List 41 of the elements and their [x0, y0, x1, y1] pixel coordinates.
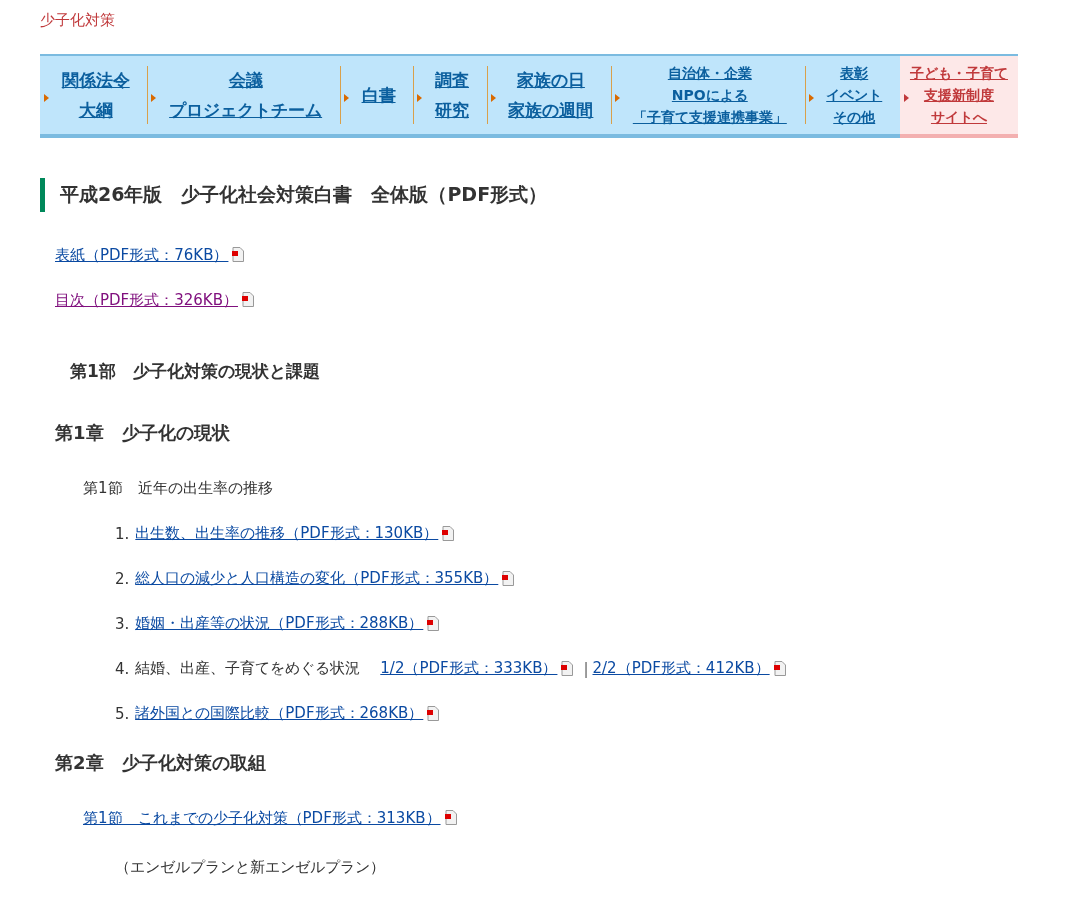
pdf-file-icon: [773, 661, 786, 676]
pdf-link[interactable]: 表紙（PDF形式：76KB）: [55, 246, 229, 264]
pdf-file-icon: [561, 661, 574, 676]
list-number: 3.: [115, 614, 130, 633]
triangle-icon: [903, 94, 909, 102]
list-number: 5.: [115, 704, 130, 723]
list-number: 4.: [115, 659, 130, 678]
nav-link[interactable]: 白書: [361, 80, 396, 110]
pdf-link[interactable]: 総人口の減少と人口構造の変化（PDF形式：355KB）: [135, 569, 499, 588]
chapter-heading: 第2章 少子化対策の取組: [55, 751, 267, 775]
pdf-file-icon: [444, 810, 457, 825]
site-title: 少子化対策: [40, 11, 115, 30]
pdf-link[interactable]: 目次（PDF形式：326KB）: [55, 291, 238, 309]
pdf-file-icon: [427, 616, 440, 631]
pdf-link[interactable]: 第1節 これまでの少子化対策（PDF形式：313KB）: [83, 809, 441, 827]
separator-text: |: [583, 659, 589, 678]
triangle-icon: [151, 94, 157, 102]
pdf-file-icon: [502, 571, 515, 586]
list-number: 2.: [115, 569, 130, 588]
list-number: 1.: [115, 524, 130, 543]
pdf-link[interactable]: 出生数、出生率の推移（PDF形式：130KB）: [135, 524, 439, 543]
section-heading: 第1節 近年の出生率の推移: [83, 479, 274, 498]
chapter-heading: 第1章 少子化の現状: [55, 421, 231, 445]
pdf-link[interactable]: 2/2（PDF形式：412KB）: [592, 659, 770, 678]
pdf-link[interactable]: 1/2（PDF形式：333KB）: [380, 659, 558, 678]
pdf-link[interactable]: 諸外国との国際比較（PDF形式：268KB）: [135, 704, 424, 723]
note-text: （エンゼルプランと新エンゼルプラン）: [115, 858, 386, 877]
pdf-file-icon: [427, 706, 440, 721]
triangle-icon: [808, 94, 814, 102]
triangle-icon: [615, 94, 621, 102]
part-heading: 第1部 少子化対策の現状と課題: [70, 360, 321, 383]
pdf-file-icon: [442, 526, 455, 541]
triangle-icon: [44, 94, 49, 102]
pdf-link[interactable]: 婚姻・出産等の状況（PDF形式：288KB）: [135, 614, 424, 633]
page-heading: 平成26年版 少子化社会対策白書 全体版（PDF形式）: [40, 178, 1018, 212]
triangle-icon: [490, 94, 496, 102]
pdf-file-icon: [232, 247, 245, 262]
item-text: 結婚、出産、子育てをめぐる状況: [135, 659, 361, 678]
pdf-file-icon: [242, 292, 254, 307]
triangle-icon: [417, 94, 423, 102]
triangle-icon: [343, 94, 349, 102]
